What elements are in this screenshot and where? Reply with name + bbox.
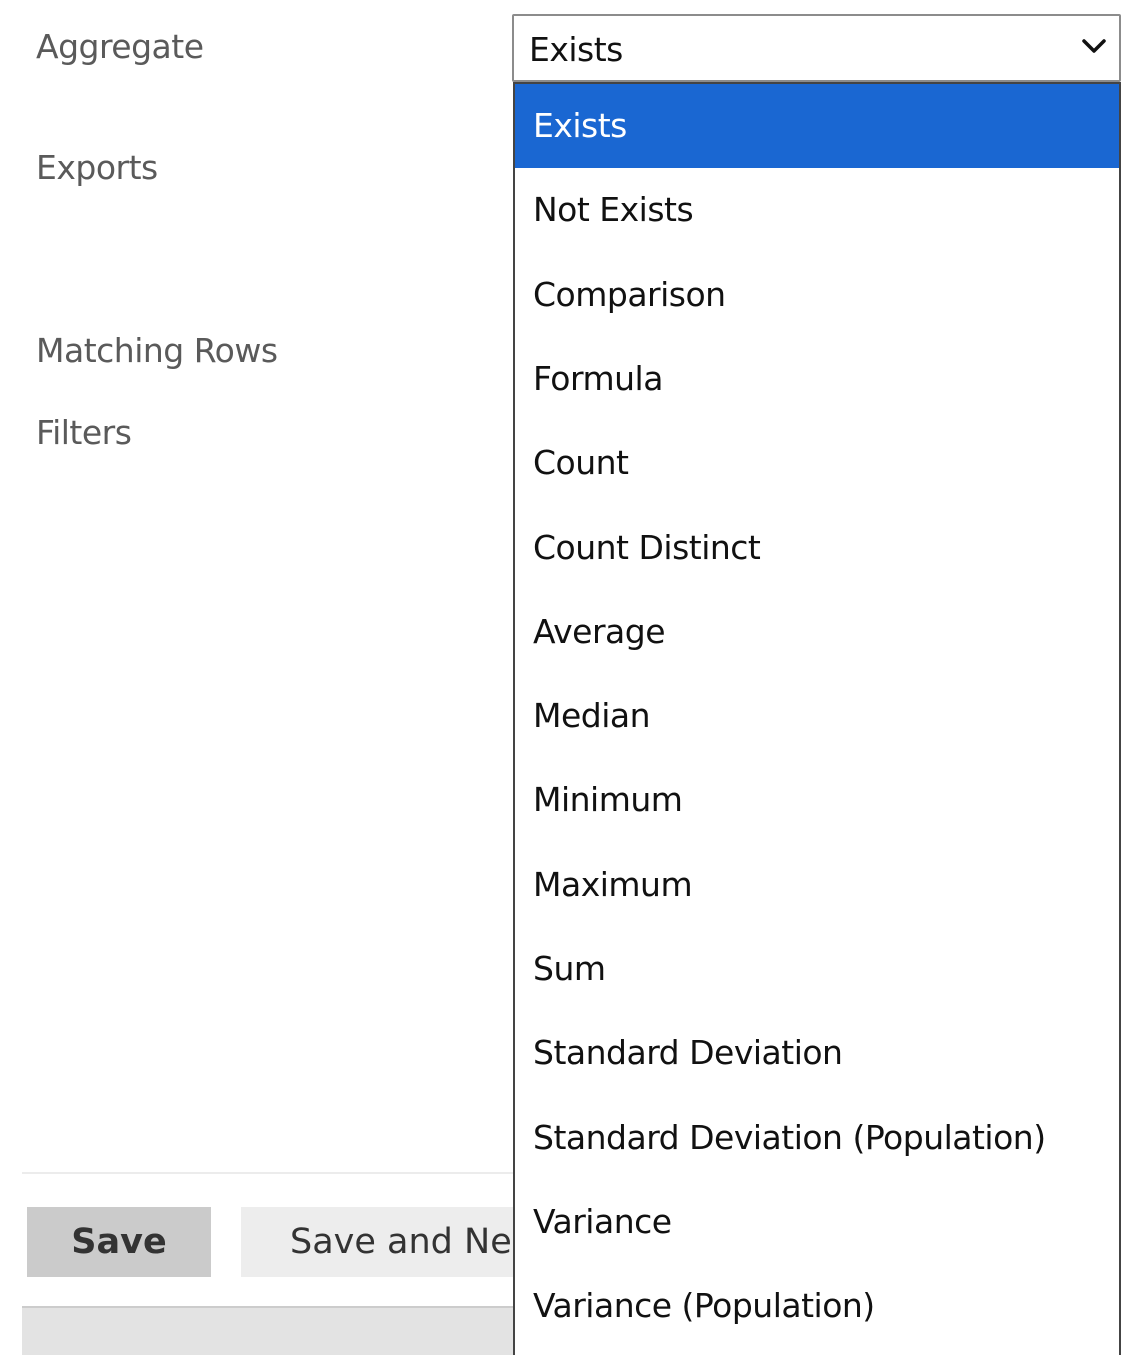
form-divider — [22, 1172, 517, 1174]
dropdown-option[interactable]: Count Distinct — [515, 506, 1119, 590]
dropdown-option[interactable]: Formula — [515, 337, 1119, 421]
dropdown-option[interactable]: Maximum — [515, 843, 1119, 927]
dropdown-option[interactable]: Count — [515, 421, 1119, 505]
dropdown-option[interactable]: Standard Deviation — [515, 1011, 1119, 1095]
exports-label: Exports — [36, 148, 158, 187]
matching-rows-label: Matching Rows — [36, 331, 278, 370]
dropdown-option[interactable]: Minimum — [515, 758, 1119, 842]
dropdown-option[interactable]: Average — [515, 590, 1119, 674]
save-button[interactable]: Save — [27, 1207, 211, 1277]
aggregate-editor-page: Aggregate Exports Matching Rows Filters … — [0, 0, 1121, 1355]
dropdown-option[interactable]: Variance — [515, 1180, 1119, 1264]
aggregate-select[interactable]: Exists — [512, 14, 1121, 82]
dropdown-option[interactable]: Sum — [515, 927, 1119, 1011]
filters-label: Filters — [36, 413, 132, 452]
dropdown-option[interactable]: Exists — [515, 84, 1119, 168]
aggregate-select-value: Exists — [529, 30, 623, 69]
footer-bar — [22, 1306, 517, 1355]
chevron-down-icon — [1082, 39, 1106, 53]
dropdown-option[interactable]: Comparison — [515, 253, 1119, 337]
aggregate-label: Aggregate — [36, 27, 204, 66]
aggregate-dropdown-list: Exists Not Exists Comparison Formula Count Co… — [513, 82, 1121, 1355]
dropdown-option[interactable]: Variance (Population) — [515, 1264, 1119, 1348]
dropdown-option[interactable]: Not Exists — [515, 168, 1119, 252]
save-and-new-button[interactable]: Save and New — [241, 1207, 517, 1277]
dropdown-option[interactable]: Median — [515, 674, 1119, 758]
dropdown-option[interactable]: Standard Deviation (Population) — [515, 1096, 1119, 1180]
